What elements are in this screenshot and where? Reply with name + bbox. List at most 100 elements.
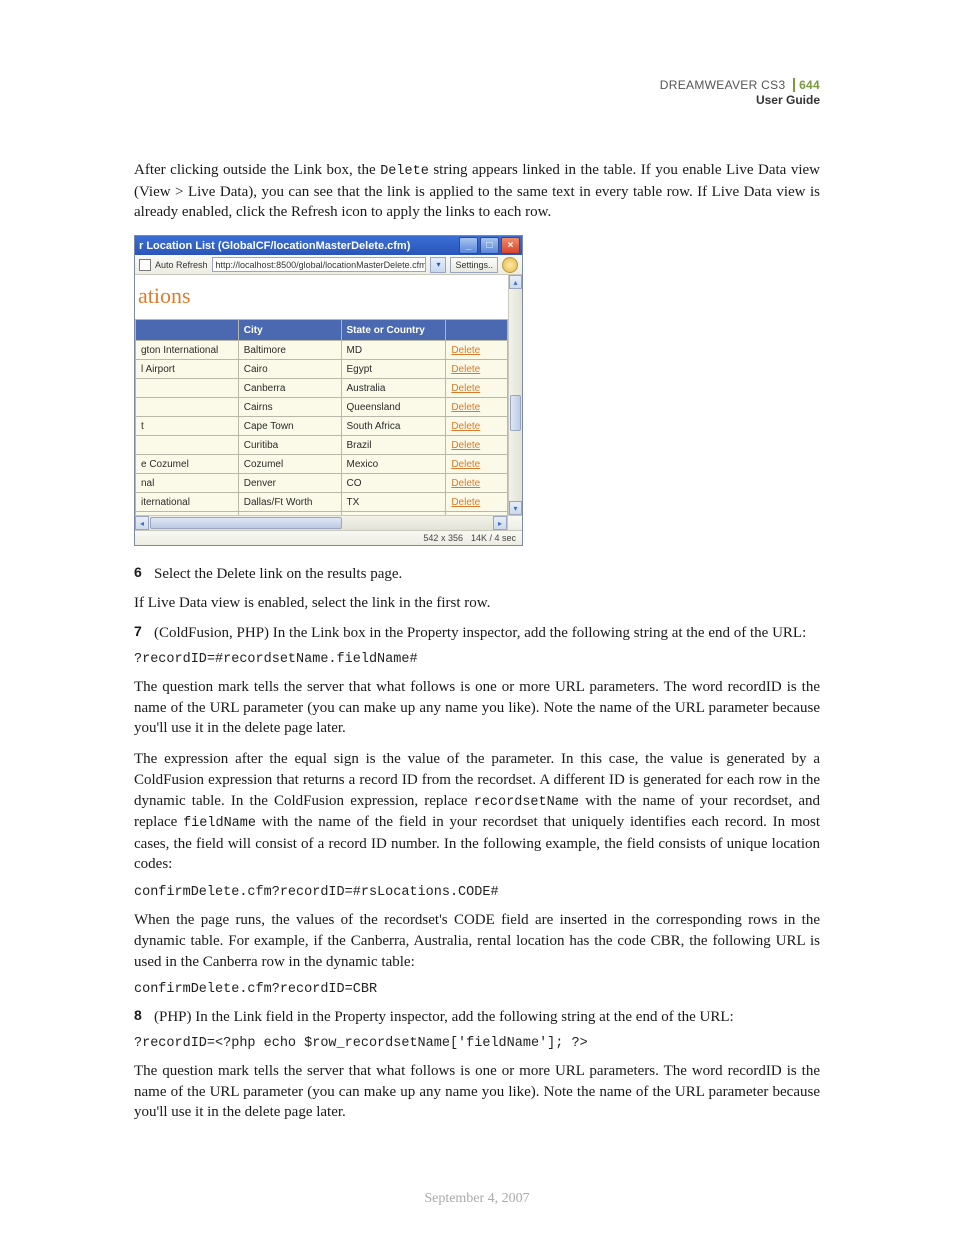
delete-link[interactable]: Delete [451, 497, 480, 508]
table-cell: Cape Town [238, 417, 341, 436]
delete-cell: Delete [446, 379, 508, 398]
delete-cell: Delete [446, 417, 508, 436]
table-cell: t [136, 417, 239, 436]
table-cell: Buenos Aires [238, 512, 341, 516]
step-6-followup: If Live Data view is enabled, select the… [134, 593, 820, 614]
table-cell: TX [341, 493, 446, 512]
delete-cell: Delete [446, 455, 508, 474]
delete-link[interactable]: Delete [451, 402, 480, 413]
table-row: Buenos AiresArgentinaDelete [136, 512, 508, 516]
page-section-title: ations [135, 275, 508, 319]
table-cell: Argentina [341, 512, 446, 516]
step-6: 6 Select the Delete link on the results … [134, 564, 820, 585]
url-input[interactable]: http://localhost:8500/global/locationMas… [212, 257, 427, 272]
table-cell [136, 398, 239, 417]
para-qmark-1: The question mark tells the server that … [134, 677, 820, 739]
code-confirm-delete-cbr: confirmDelete.cfm?recordID=CBR [134, 982, 820, 997]
user-guide-label: User Guide [756, 93, 820, 107]
status-bar: 542 x 356 14K / 4 sec [135, 530, 522, 545]
table-row: CanberraAustralia Delete [136, 379, 508, 398]
table-row: CairnsQueensland Delete [136, 398, 508, 417]
delete-link[interactable]: Delete [451, 421, 480, 432]
dropdown-icon[interactable]: ▾ [430, 257, 446, 273]
table-row: nalDenverCO Delete [136, 474, 508, 493]
vertical-scrollbar[interactable]: ▴ ▾ [508, 275, 522, 515]
table-cell: Canberra [238, 379, 341, 398]
page-header: DREAMWEAVER CS3 644 User Guide [134, 78, 820, 110]
table-cell: nal [136, 474, 239, 493]
minimize-icon[interactable]: _ [459, 237, 478, 254]
delete-link[interactable]: Delete [451, 459, 480, 470]
settings-button[interactable]: Settings.. [450, 257, 498, 273]
table-cell: Brazil [341, 436, 446, 455]
scroll-thumb[interactable] [510, 395, 521, 431]
table-cell: South Africa [341, 417, 446, 436]
col-name [136, 320, 239, 341]
locations-table: City State or Country gton International… [135, 319, 508, 515]
table-cell: Cairns [238, 398, 341, 417]
window-title: r Location List (GlobalCF/locationMaster… [139, 240, 459, 252]
table-cell: Australia [341, 379, 446, 398]
close-icon[interactable]: × [501, 237, 520, 254]
col-state: State or Country [341, 320, 446, 341]
delete-link[interactable]: Delete [451, 440, 480, 451]
table-cell: Cozumel [238, 455, 341, 474]
status-time: 14K / 4 sec [471, 533, 516, 543]
table-row: e CozumelCozumelMexico Delete [136, 455, 508, 474]
table-row: CuritibaBrazil Delete [136, 436, 508, 455]
table-row: l AirportCairoEgypt Delete [136, 360, 508, 379]
table-row: iternationalDallas/Ft WorthTX Delete [136, 493, 508, 512]
table-cell: Dallas/Ft Worth [238, 493, 341, 512]
hscroll-thumb[interactable] [150, 517, 342, 529]
scroll-right-icon[interactable]: ▸ [493, 516, 507, 530]
maximize-icon[interactable]: □ [480, 237, 499, 254]
table-cell: iternational [136, 493, 239, 512]
table-cell: Curitiba [238, 436, 341, 455]
scroll-left-icon[interactable]: ◂ [135, 516, 149, 530]
col-city: City [238, 320, 341, 341]
table-cell [136, 379, 239, 398]
scroll-down-icon[interactable]: ▾ [509, 501, 522, 515]
para-qmark-2: The question mark tells the server that … [134, 1061, 820, 1123]
horizontal-scrollbar[interactable]: ◂ ▸ [135, 515, 522, 530]
table-header-row: City State or Country [136, 320, 508, 341]
delete-cell: Delete [446, 512, 508, 516]
delete-link[interactable]: Delete [451, 478, 480, 489]
page-number: 644 [793, 78, 820, 92]
col-action [446, 320, 508, 341]
window-titlebar: r Location List (GlobalCF/locationMaster… [135, 236, 522, 255]
delete-link[interactable]: Delete [451, 364, 480, 375]
table-cell: Denver [238, 474, 341, 493]
footer-date: September 4, 2007 [0, 1191, 954, 1207]
delete-cell: Delete [446, 360, 508, 379]
table-cell: Cairo [238, 360, 341, 379]
table-cell: MD [341, 341, 446, 360]
refresh-icon[interactable] [502, 257, 518, 273]
delete-link[interactable]: Delete [451, 345, 480, 356]
table-cell: Egypt [341, 360, 446, 379]
table-cell [136, 512, 239, 516]
table-cell: Queensland [341, 398, 446, 417]
code-recordid-cf: ?recordID=#recordsetName.fieldName# [134, 652, 820, 667]
delete-cell: Delete [446, 436, 508, 455]
delete-cell: Delete [446, 474, 508, 493]
table-cell: l Airport [136, 360, 239, 379]
delete-link[interactable]: Delete [451, 383, 480, 394]
auto-refresh-label: Auto Refresh [155, 260, 208, 270]
table-cell: e Cozumel [136, 455, 239, 474]
status-dimensions: 542 x 356 [423, 533, 463, 543]
table-cell: CO [341, 474, 446, 493]
delete-code: Delete [380, 164, 429, 179]
para-when-runs: When the page runs, the values of the re… [134, 910, 820, 972]
delete-cell: Delete [446, 493, 508, 512]
step-7: 7 (ColdFusion, PHP) In the Link box in t… [134, 623, 820, 644]
table-cell [136, 436, 239, 455]
live-data-toolbar: Auto Refresh http://localhost:8500/globa… [135, 255, 522, 275]
intro-paragraph: After clicking outside the Link box, the… [134, 160, 820, 223]
auto-refresh-checkbox[interactable] [139, 259, 151, 271]
table-cell: Mexico [341, 455, 446, 474]
step-8: 8 (PHP) In the Link field in the Propert… [134, 1007, 820, 1028]
resize-grip[interactable] [507, 516, 522, 530]
scroll-up-icon[interactable]: ▴ [509, 275, 522, 289]
table-cell: Baltimore [238, 341, 341, 360]
